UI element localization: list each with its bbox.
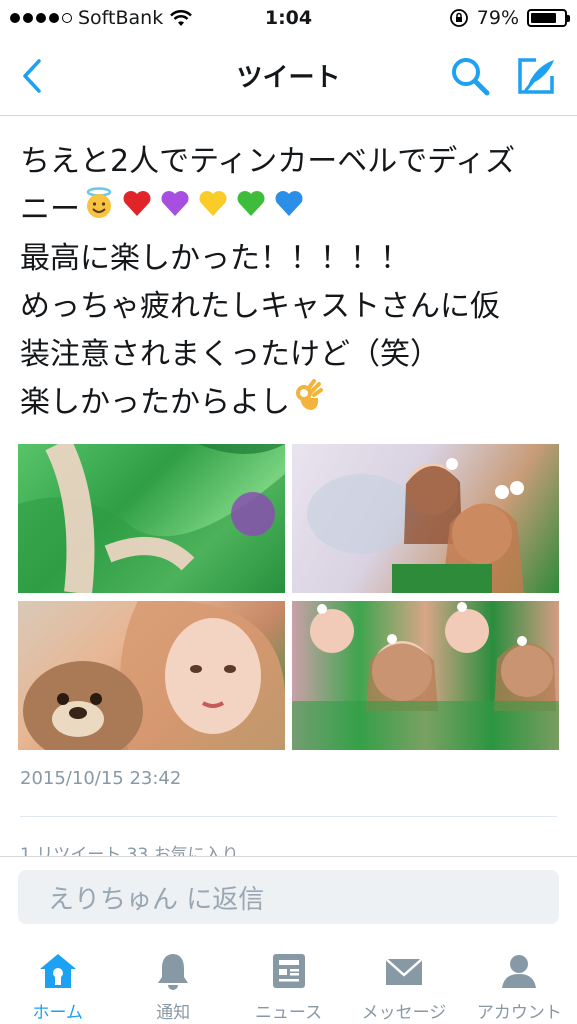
tab-bar: ホーム 通知 ニュース メッセージ アカウント [0, 938, 577, 1024]
photo-image [307, 458, 524, 593]
tweet-line: ちえと2人でティンカーベルでディズ [20, 144, 516, 179]
reply-placeholder: えりちゅん に返信 [48, 884, 265, 915]
battery-icon [527, 9, 570, 27]
angel-emoji-icon [82, 186, 116, 235]
tweet-line-text: 楽しかったからよし [20, 385, 290, 420]
tab-label: 通知 [156, 1003, 191, 1023]
envelope-icon [382, 950, 426, 992]
tweet-text: ちえと2人でティンカーベルでディズ ニー 最高に楽しかった！！！！！ めっちゃ疲… [20, 138, 560, 428]
green-heart-icon [234, 186, 268, 235]
battery-percent: 79% [476, 7, 519, 29]
tweet-photo[interactable] [18, 444, 285, 593]
tweet-line: 最高に楽しかった！！！！！ [20, 241, 410, 276]
tab-messages[interactable]: メッセージ [346, 938, 461, 1024]
tweet-stats[interactable]: 1 リツイート 33 お気に入り [20, 840, 239, 856]
tweet-photo[interactable] [292, 601, 559, 750]
photo-image [18, 444, 285, 593]
photo-image [23, 601, 285, 750]
status-bar: SoftBank 1:04 79% [0, 0, 577, 36]
tab-label: ニュース [254, 1003, 323, 1023]
tab-label: ホーム [32, 1003, 83, 1023]
tweet-line: 楽しかったからよし [20, 379, 560, 428]
photo-image [292, 602, 559, 750]
bell-icon [151, 950, 195, 992]
tweet-line-text: ニー [20, 192, 80, 227]
tweet-line: 装注意されまくったけど（笑） [20, 337, 440, 372]
ok-hand-emoji-icon [292, 379, 324, 428]
tweet-line: ニー [20, 186, 560, 235]
reply-bar: えりちゅん に返信 [0, 856, 577, 938]
tab-account[interactable]: アカウント [462, 938, 577, 1024]
search-button[interactable] [448, 54, 492, 98]
rotation-lock-icon [449, 9, 468, 27]
tab-label: メッセージ [361, 1003, 447, 1023]
home-icon [36, 950, 80, 992]
nav-bar: ツイート [0, 36, 577, 116]
divider [20, 816, 557, 817]
status-left: SoftBank [10, 7, 193, 29]
tweet-photo[interactable] [292, 444, 559, 593]
purple-heart-icon [158, 186, 192, 235]
reply-input[interactable]: えりちゅん に返信 [18, 870, 559, 924]
tab-news[interactable]: ニュース [231, 938, 346, 1024]
tweet-line: めっちゃ疲れたしキャストさんに仮 [20, 289, 500, 324]
compose-button[interactable] [514, 54, 558, 98]
person-icon [497, 950, 541, 992]
tab-notifications[interactable]: 通知 [115, 938, 230, 1024]
search-icon [452, 58, 490, 96]
chevron-left-icon [23, 59, 41, 93]
blue-heart-icon [272, 186, 306, 235]
tab-home[interactable]: ホーム [0, 938, 115, 1024]
signal-icon [10, 13, 72, 23]
wifi-icon [170, 10, 193, 26]
page-title: ツイート [236, 63, 341, 93]
battery-fill [531, 13, 557, 23]
tweet-photo[interactable] [18, 601, 285, 750]
tab-label: アカウント [476, 1003, 562, 1023]
tweet-timestamp: 2015/10/15 23:42 [20, 768, 182, 789]
media-grid [18, 444, 559, 750]
yellow-heart-icon [196, 186, 230, 235]
back-button[interactable] [14, 56, 50, 96]
red-heart-icon [120, 186, 154, 235]
news-icon [267, 950, 311, 992]
carrier-name: SoftBank [78, 7, 164, 29]
status-right: 79% [449, 7, 570, 29]
compose-quill-icon [518, 58, 554, 94]
